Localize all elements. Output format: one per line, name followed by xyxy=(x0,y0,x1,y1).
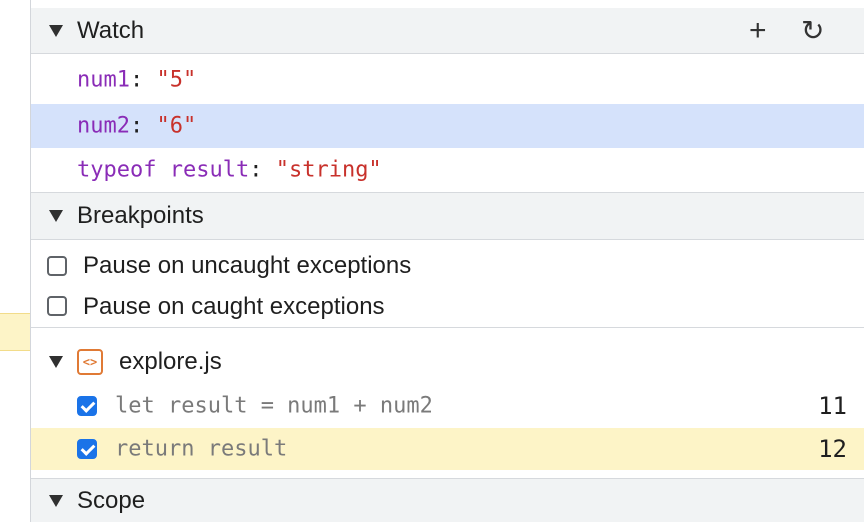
watch-value: "5" xyxy=(156,67,197,93)
breakpoint-entry-paused[interactable]: return result 12 xyxy=(31,428,864,470)
watch-keyword: typeof xyxy=(77,157,157,183)
watch-expression: num1 xyxy=(77,67,130,93)
separator: : xyxy=(129,67,144,93)
watch-expression-row[interactable]: num1: "5" xyxy=(31,58,864,102)
breakpoint-checkbox[interactable] xyxy=(77,396,97,416)
expand-triangle-icon[interactable] xyxy=(49,494,63,507)
add-watch-icon[interactable]: + xyxy=(749,15,767,46)
file-icon: <> xyxy=(77,349,103,375)
breakpoint-code: let result = num1 + num2 xyxy=(115,393,433,419)
separator: : xyxy=(129,113,144,139)
pause-uncaught-label: Pause on uncaught exceptions xyxy=(83,252,412,279)
separator: : xyxy=(249,157,263,183)
pause-uncaught-checkbox[interactable] xyxy=(47,256,67,276)
expand-triangle-icon[interactable] xyxy=(49,210,63,222)
watch-expression-row-selected[interactable]: num2: "6" xyxy=(31,104,864,148)
pause-caught-label: Pause on caught exceptions xyxy=(83,292,385,320)
debugger-sidebar: Watch + ↻ num1: "5" num2: "6" typeof res… xyxy=(30,0,864,522)
breakpoint-code: return result xyxy=(115,436,288,462)
watch-expression: result xyxy=(169,157,250,183)
file-name: explore.js xyxy=(119,348,222,375)
scope-title: Scope xyxy=(77,486,146,514)
watch-value: "string" xyxy=(275,157,382,183)
watch-value: "6" xyxy=(156,113,197,139)
breakpoints-section-header[interactable]: Breakpoints xyxy=(31,192,864,240)
breakpoints-title: Breakpoints xyxy=(77,202,204,229)
scope-section-header[interactable]: Scope xyxy=(31,478,864,522)
editor-gutter-strip xyxy=(0,0,30,522)
paused-line-highlight xyxy=(0,313,30,351)
watch-title: Watch xyxy=(77,16,145,44)
refresh-icon[interactable]: ↻ xyxy=(801,16,824,45)
pause-caught-checkbox[interactable] xyxy=(47,296,67,316)
pause-uncaught-option[interactable]: Pause on uncaught exceptions xyxy=(31,246,864,286)
breakpoint-line-number: 12 xyxy=(818,435,847,463)
pause-caught-option[interactable]: Pause on caught exceptions xyxy=(31,286,864,328)
breakpoint-entry[interactable]: let result = num1 + num2 11 xyxy=(31,384,864,428)
watch-expression-row[interactable]: typeof result: "string" xyxy=(31,148,864,192)
expand-triangle-icon[interactable] xyxy=(49,24,63,37)
watch-expression: num2 xyxy=(77,113,130,139)
breakpoint-checkbox[interactable] xyxy=(77,439,97,459)
watch-section-header[interactable]: Watch + ↻ xyxy=(31,8,864,54)
breakpoint-file-row[interactable]: <> explore.js xyxy=(31,340,864,384)
breakpoint-line-number: 11 xyxy=(818,392,847,420)
expand-triangle-icon[interactable] xyxy=(49,356,63,368)
